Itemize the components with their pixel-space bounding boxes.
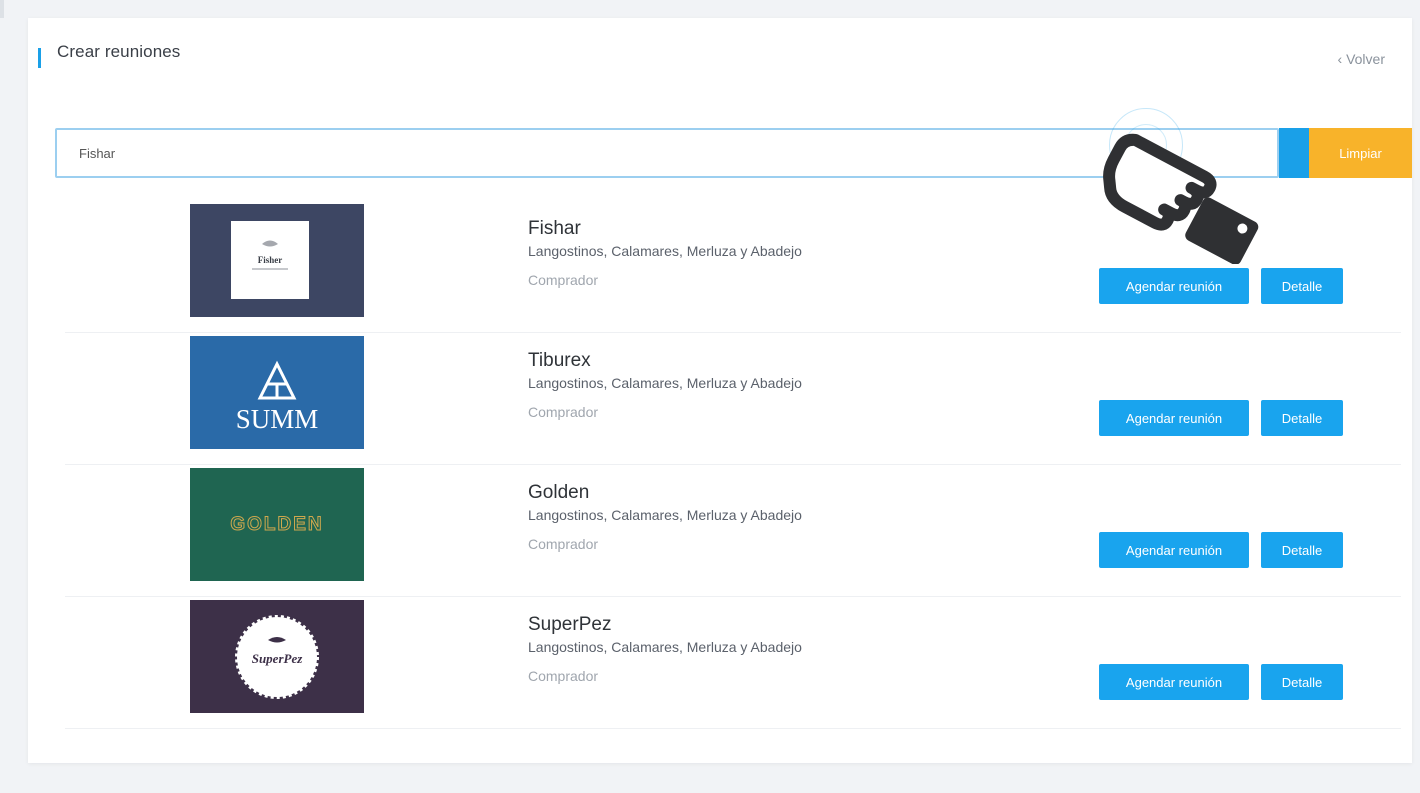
company-name: Tiburex [528,350,591,371]
company-role: Comprador [528,668,599,684]
company-description: Langostinos, Calamares, Merluza y Abadej… [528,243,802,259]
title-accent-bar [38,48,41,68]
results-list: Fisher Fishar Langostinos, Calamares, Me… [65,201,1401,729]
company-name: Fishar [528,218,581,239]
company-description: Langostinos, Calamares, Merluza y Abadej… [528,375,802,391]
logo-text: SUMM [236,404,319,434]
company-logo: Fisher [190,204,364,317]
clear-button[interactable]: Limpiar [1309,128,1412,178]
window-edge [0,0,4,18]
back-link[interactable]: ‹ Volver [1338,51,1385,67]
hand-pointer-icon [1103,133,1259,264]
detail-button[interactable]: Detalle [1261,532,1343,568]
company-description: Langostinos, Calamares, Merluza y Abadej… [528,639,802,655]
detail-button[interactable]: Detalle [1261,400,1343,436]
company-logo: SuperPez [190,600,364,713]
company-name: SuperPez [528,614,612,635]
detail-button[interactable]: Detalle [1261,664,1343,700]
page-title: Crear reuniones [57,42,181,61]
schedule-meeting-button[interactable]: Agendar reunión [1099,400,1249,436]
schedule-meeting-button[interactable]: Agendar reunión [1099,664,1249,700]
schedule-meeting-button[interactable]: Agendar reunión [1099,532,1249,568]
schedule-meeting-button[interactable]: Agendar reunión [1099,268,1249,304]
company-role: Comprador [528,536,599,552]
logo-text: SuperPez [252,651,304,666]
company-logo: SUMM [190,336,364,449]
company-logo: GOLDEN [190,468,364,581]
result-row: SuperPez SuperPez Langostinos, Calamares… [65,597,1401,729]
result-row: GOLDEN Golden Langostinos, Calamares, Me… [65,465,1401,597]
company-name: Golden [528,482,590,503]
company-role: Comprador [528,404,599,420]
company-role: Comprador [528,272,599,288]
detail-button[interactable]: Detalle [1261,268,1343,304]
result-row: SUMM Tiburex Langostinos, Calamares, Mer… [65,333,1401,465]
logo-text: Fisher [258,255,283,265]
company-description: Langostinos, Calamares, Merluza y Abadej… [528,507,802,523]
logo-text: GOLDEN [230,514,323,535]
